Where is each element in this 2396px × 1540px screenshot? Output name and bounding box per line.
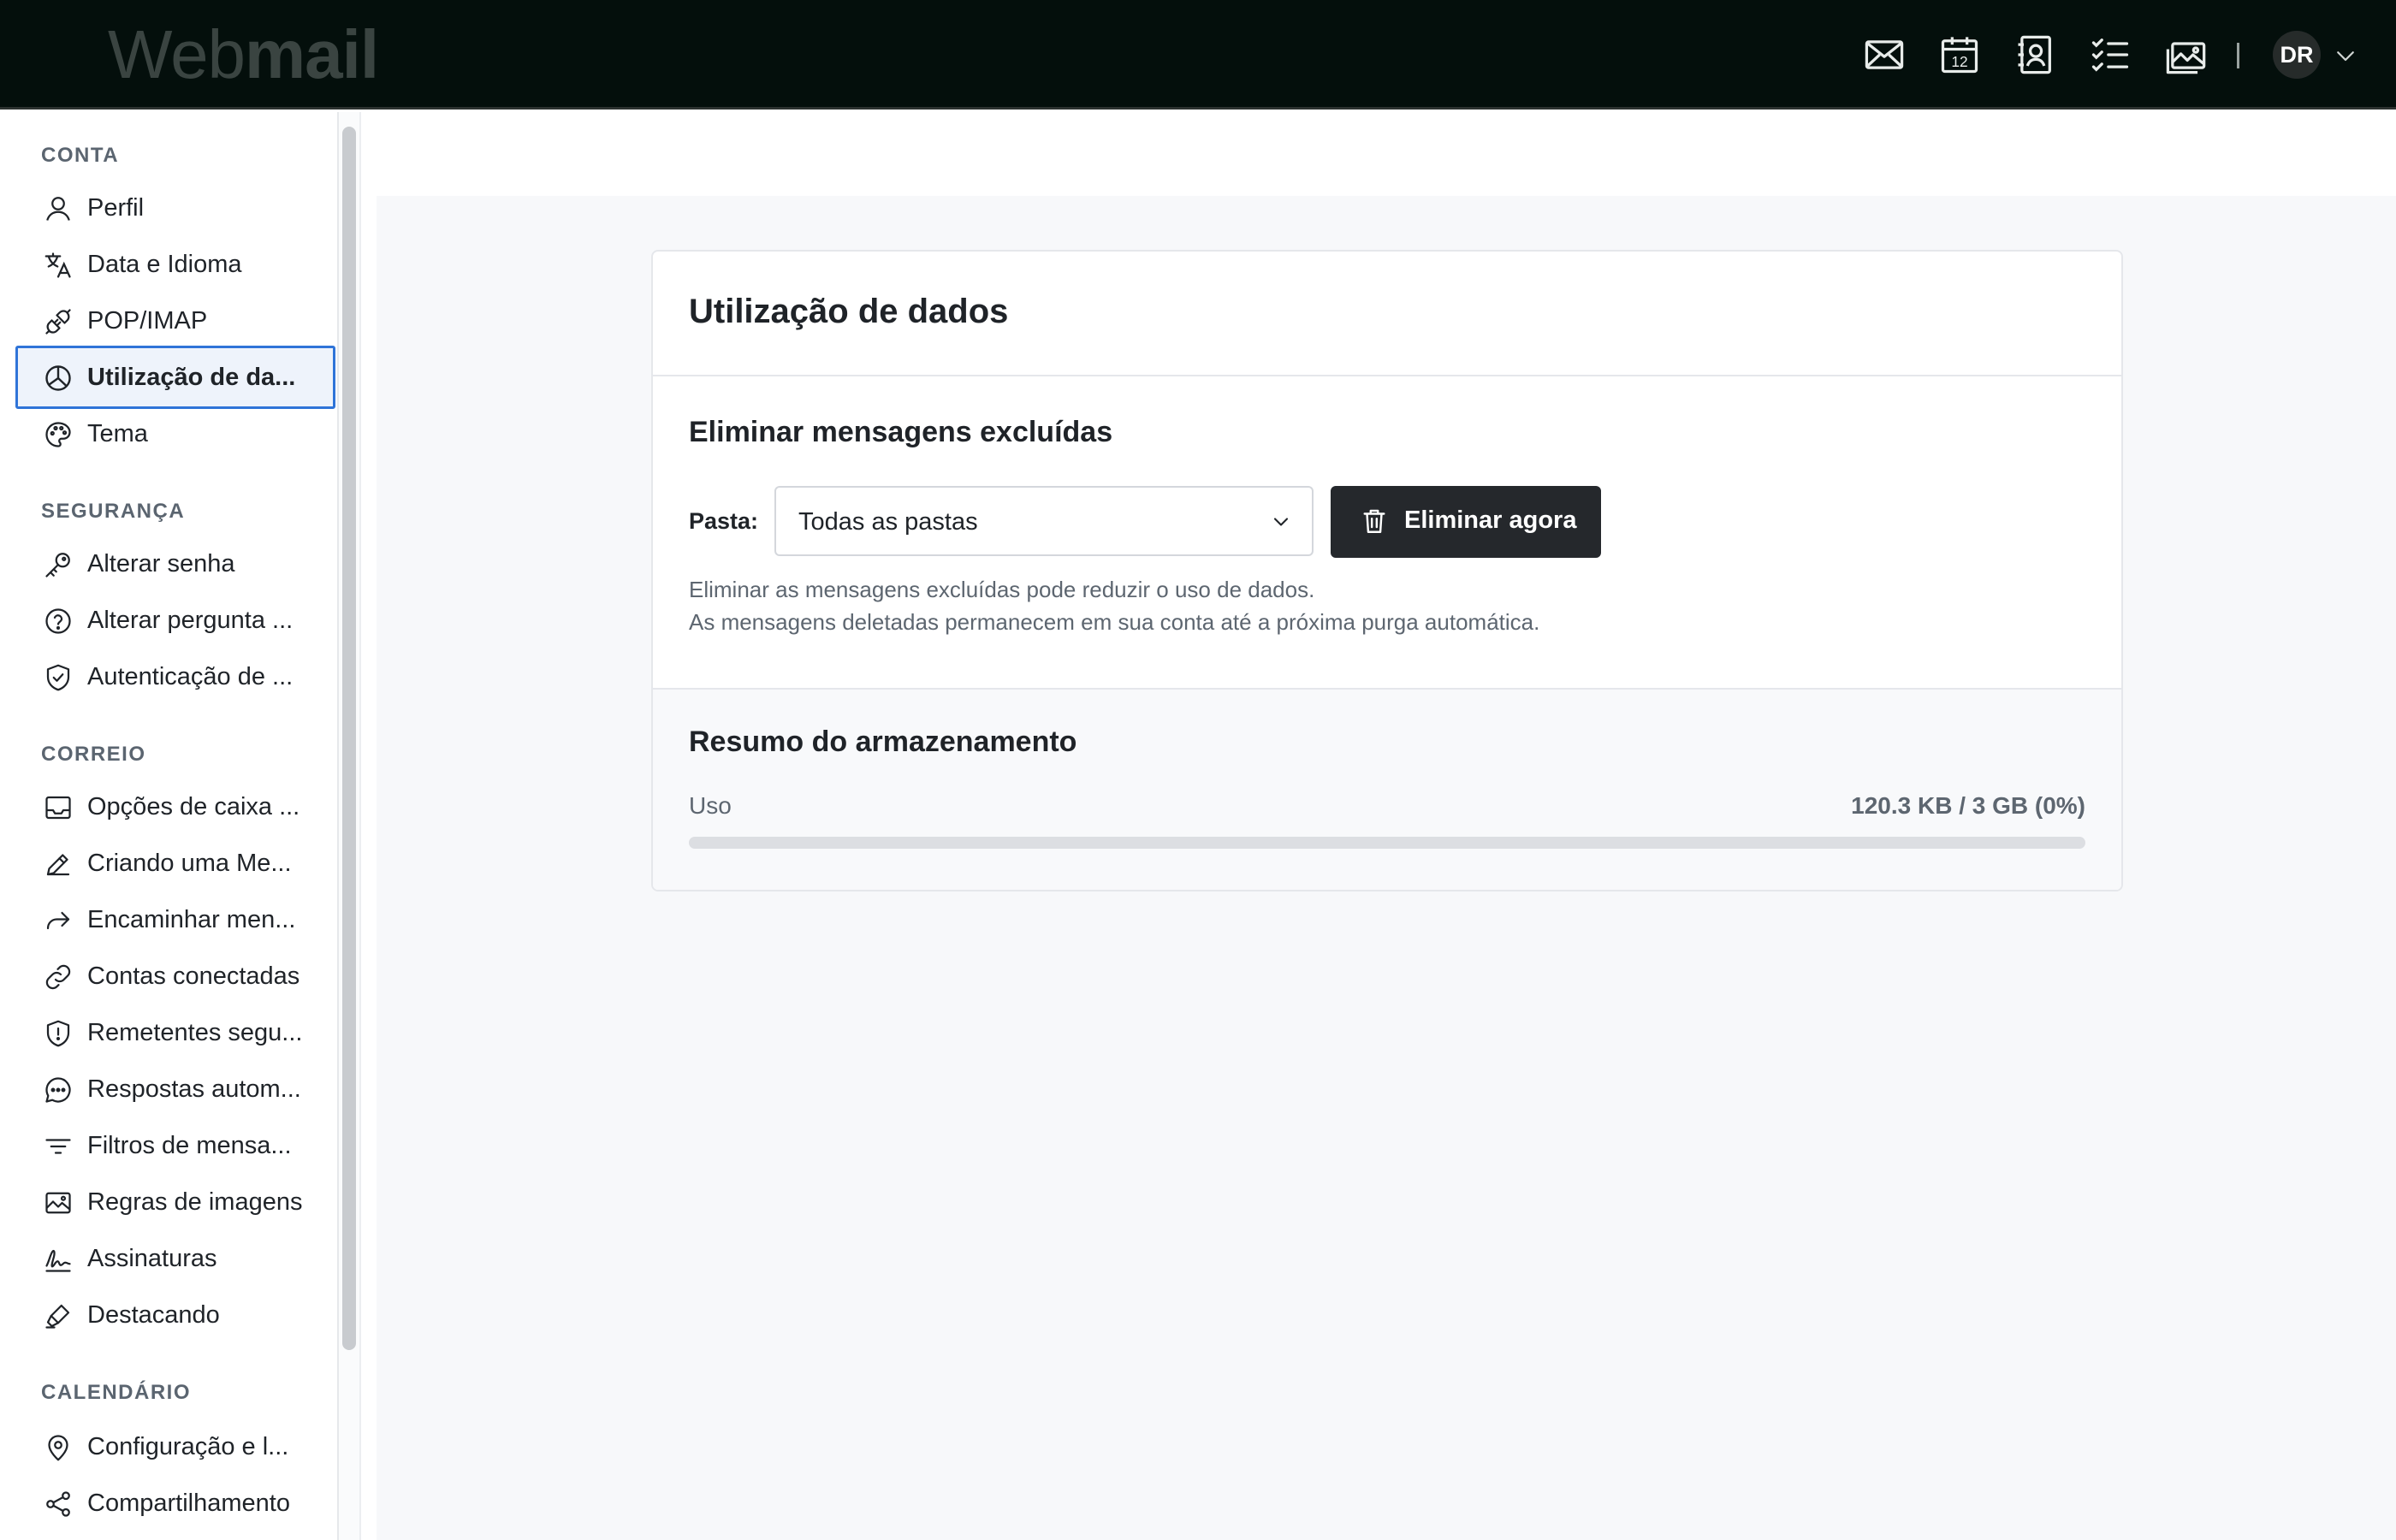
filter-icon xyxy=(43,1131,74,1162)
inbox-icon xyxy=(43,792,74,823)
question-icon xyxy=(43,606,74,637)
calendar-icon[interactable]: 12 xyxy=(1937,33,1982,77)
chat-icon xyxy=(43,1075,74,1105)
folder-select[interactable]: Todas as pastas xyxy=(774,486,1314,556)
sidebar-item-label: Utilização de da... xyxy=(87,364,296,391)
mail-icon[interactable] xyxy=(1862,33,1907,77)
tasks-icon[interactable] xyxy=(2088,33,2132,77)
share-icon xyxy=(43,1489,74,1519)
user-icon xyxy=(43,193,74,224)
sidebar-item-label: Filtros de mensa... xyxy=(87,1132,292,1159)
sidebar-item-criando-mensagem[interactable]: Criando uma Me... xyxy=(15,832,335,895)
sidebar-item-perfil[interactable]: Perfil xyxy=(15,176,335,240)
usage-label: Uso xyxy=(689,792,732,819)
calendar-day-text: 12 xyxy=(1951,53,1967,70)
signature-icon xyxy=(43,1244,74,1275)
topbar-separator xyxy=(2237,43,2239,68)
sidebar-item-utilizacao-dados[interactable]: Utilização de da... xyxy=(15,346,335,409)
page-title: Utilização de dados xyxy=(689,293,1009,330)
purge-help-text-1: Eliminar as mensagens excluídas pode red… xyxy=(689,577,1315,602)
section-title-calendario: CALENDÁRIO xyxy=(41,1381,191,1404)
storage-summary-title: Resumo do armazenamento xyxy=(689,726,1077,758)
sidebar-item-label: Contas conectadas xyxy=(87,962,300,990)
purge-now-button[interactable]: Eliminar agora xyxy=(1331,486,1601,558)
sidebar-item-compartilhamento[interactable]: Compartilhamento xyxy=(15,1472,335,1535)
sidebar-item-encaminhar[interactable]: Encaminhar men... xyxy=(15,888,335,951)
sidebar-item-label: Configuração e l... xyxy=(87,1433,289,1460)
usage-value: 120.3 KB / 3 GB (0%) xyxy=(1851,792,2085,819)
webmail-logo[interactable]: Webmail xyxy=(108,19,379,91)
sidebar-item-autenticacao[interactable]: Autenticação de ... xyxy=(15,645,335,708)
sidebar-item-regras-imagens[interactable]: Regras de imagens xyxy=(15,1170,335,1234)
trash-icon xyxy=(1360,506,1389,536)
sidebar-item-label: Opções de caixa ... xyxy=(87,793,300,820)
sidebar-item-label: Remetentes segu... xyxy=(87,1019,303,1046)
sidebar-item-alterar-senha[interactable]: Alterar senha xyxy=(15,532,335,595)
pie-chart-icon xyxy=(43,363,74,394)
top-bar: Webmail 12 DR xyxy=(0,0,2396,110)
shield-alert-icon xyxy=(43,1018,74,1049)
storage-summary-section: Resumo do armazenamento Uso 120.3 KB / 3… xyxy=(653,688,2121,890)
sidebar-item-data-idioma[interactable]: Data e Idioma xyxy=(15,233,335,296)
sidebar-item-label: Autenticação de ... xyxy=(87,663,294,690)
link-icon xyxy=(43,962,74,992)
location-icon xyxy=(43,1432,74,1463)
data-usage-card: Utilização de dados Eliminar mensagens e… xyxy=(651,250,2123,891)
avatar[interactable]: DR xyxy=(2273,31,2321,79)
purge-help-text-2: As mensagens deletadas permanecem em sua… xyxy=(689,609,1540,635)
sidebar-item-assinaturas[interactable]: Assinaturas xyxy=(15,1227,335,1290)
content-header-strip xyxy=(363,112,2396,196)
image-icon xyxy=(43,1188,74,1218)
sidebar-item-label: Destacando xyxy=(87,1301,220,1329)
pencil-icon xyxy=(43,849,74,880)
contacts-icon[interactable] xyxy=(2013,33,2057,77)
shield-check-icon xyxy=(43,662,74,693)
sidebar-item-pop-imap[interactable]: POP/IMAP xyxy=(15,289,335,352)
sidebar-item-contas-conectadas[interactable]: Contas conectadas xyxy=(15,945,335,1008)
sidebar-item-respostas-automaticas[interactable]: Respostas autom... xyxy=(15,1057,335,1121)
sidebar-item-label: Compartilhamento xyxy=(87,1490,290,1517)
sidebar-item-label: Alterar senha xyxy=(87,550,235,578)
palette-icon xyxy=(43,419,74,450)
sidebar-item-alterar-pergunta[interactable]: Alterar pergunta ... xyxy=(15,589,335,652)
chevron-down-icon xyxy=(1269,510,1293,534)
sidebar-item-label: Data e Idioma xyxy=(87,251,242,278)
sidebar-scrollbar[interactable] xyxy=(342,127,356,1350)
section-title-correio: CORREIO xyxy=(41,743,146,766)
plug-icon xyxy=(43,306,74,337)
sidebar-item-tema[interactable]: Tema xyxy=(15,402,335,465)
section-title-seguranca: SEGURANÇA xyxy=(41,500,186,523)
sidebar-item-label: Criando uma Me... xyxy=(87,850,292,877)
sidebar-item-label: Regras de imagens xyxy=(87,1188,303,1216)
usage-progress-bar xyxy=(689,837,2085,849)
forward-icon xyxy=(43,905,74,936)
chevron-down-icon[interactable] xyxy=(2333,43,2358,68)
section-title-conta: CONTA xyxy=(41,144,120,167)
sidebar-item-label: Tema xyxy=(87,420,148,447)
purge-section-title: Eliminar mensagens excluídas xyxy=(689,416,1113,448)
card-header: Utilização de dados xyxy=(653,252,2121,376)
sidebar-item-configuracao[interactable]: Configuração e l... xyxy=(15,1415,335,1478)
sidebar-item-remetentes-seguros[interactable]: Remetentes segu... xyxy=(15,1001,335,1064)
sidebar-item-opcoes-caixa[interactable]: Opções de caixa ... xyxy=(15,775,335,838)
sidebar-item-label: Perfil xyxy=(87,194,145,222)
sidebar-item-label: Assinaturas xyxy=(87,1245,217,1272)
translate-icon xyxy=(43,250,74,281)
sidebar-item-destacando[interactable]: Destacando xyxy=(15,1283,335,1347)
sidebar-item-label: POP/IMAP xyxy=(87,307,208,335)
highlighter-icon xyxy=(43,1300,74,1331)
sidebar-item-label: Encaminhar men... xyxy=(87,906,296,933)
sidebar-item-label: Respostas autom... xyxy=(87,1075,301,1103)
sidebar-item-filtros-mensagens[interactable]: Filtros de mensa... xyxy=(15,1114,335,1177)
folder-label: Pasta: xyxy=(689,508,759,534)
key-icon xyxy=(43,549,74,580)
purge-now-label: Eliminar agora xyxy=(1404,506,1577,534)
folder-select-value: Todas as pastas xyxy=(798,508,978,536)
sidebar-item-label: Alterar pergunta ... xyxy=(87,607,294,634)
photos-icon[interactable] xyxy=(2163,33,2208,77)
